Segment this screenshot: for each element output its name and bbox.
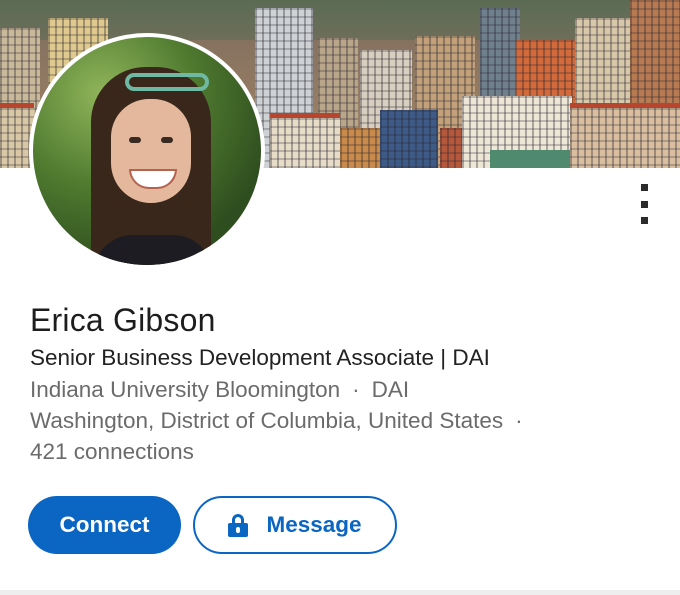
more-options-button[interactable]: [630, 184, 658, 224]
section-divider: [0, 590, 680, 595]
profile-headline: Senior Business Development Associate | …: [30, 345, 490, 370]
company-link[interactable]: DAI: [372, 377, 410, 402]
connections-count[interactable]: 421 connections: [30, 439, 194, 465]
connect-button[interactable]: Connect: [28, 496, 181, 554]
separator-dot: ·: [352, 377, 360, 402]
location-text: Washington, District of Columbia, United…: [30, 408, 504, 433]
education-link[interactable]: Indiana University Bloomington: [30, 377, 340, 402]
message-button-label: Message: [266, 512, 362, 537]
education-company-line: Indiana University Bloomington · DAI: [30, 377, 409, 403]
message-button[interactable]: Message: [193, 496, 397, 554]
connect-button-label: Connect: [59, 512, 150, 537]
location-line: Washington, District of Columbia, United…: [30, 408, 535, 434]
separator-dot: ·: [515, 408, 523, 433]
profile-photo[interactable]: [29, 33, 265, 269]
profile-name: Erica Gibson: [30, 302, 216, 338]
more-vertical-icon: [640, 184, 648, 224]
lock-icon: [228, 514, 249, 537]
